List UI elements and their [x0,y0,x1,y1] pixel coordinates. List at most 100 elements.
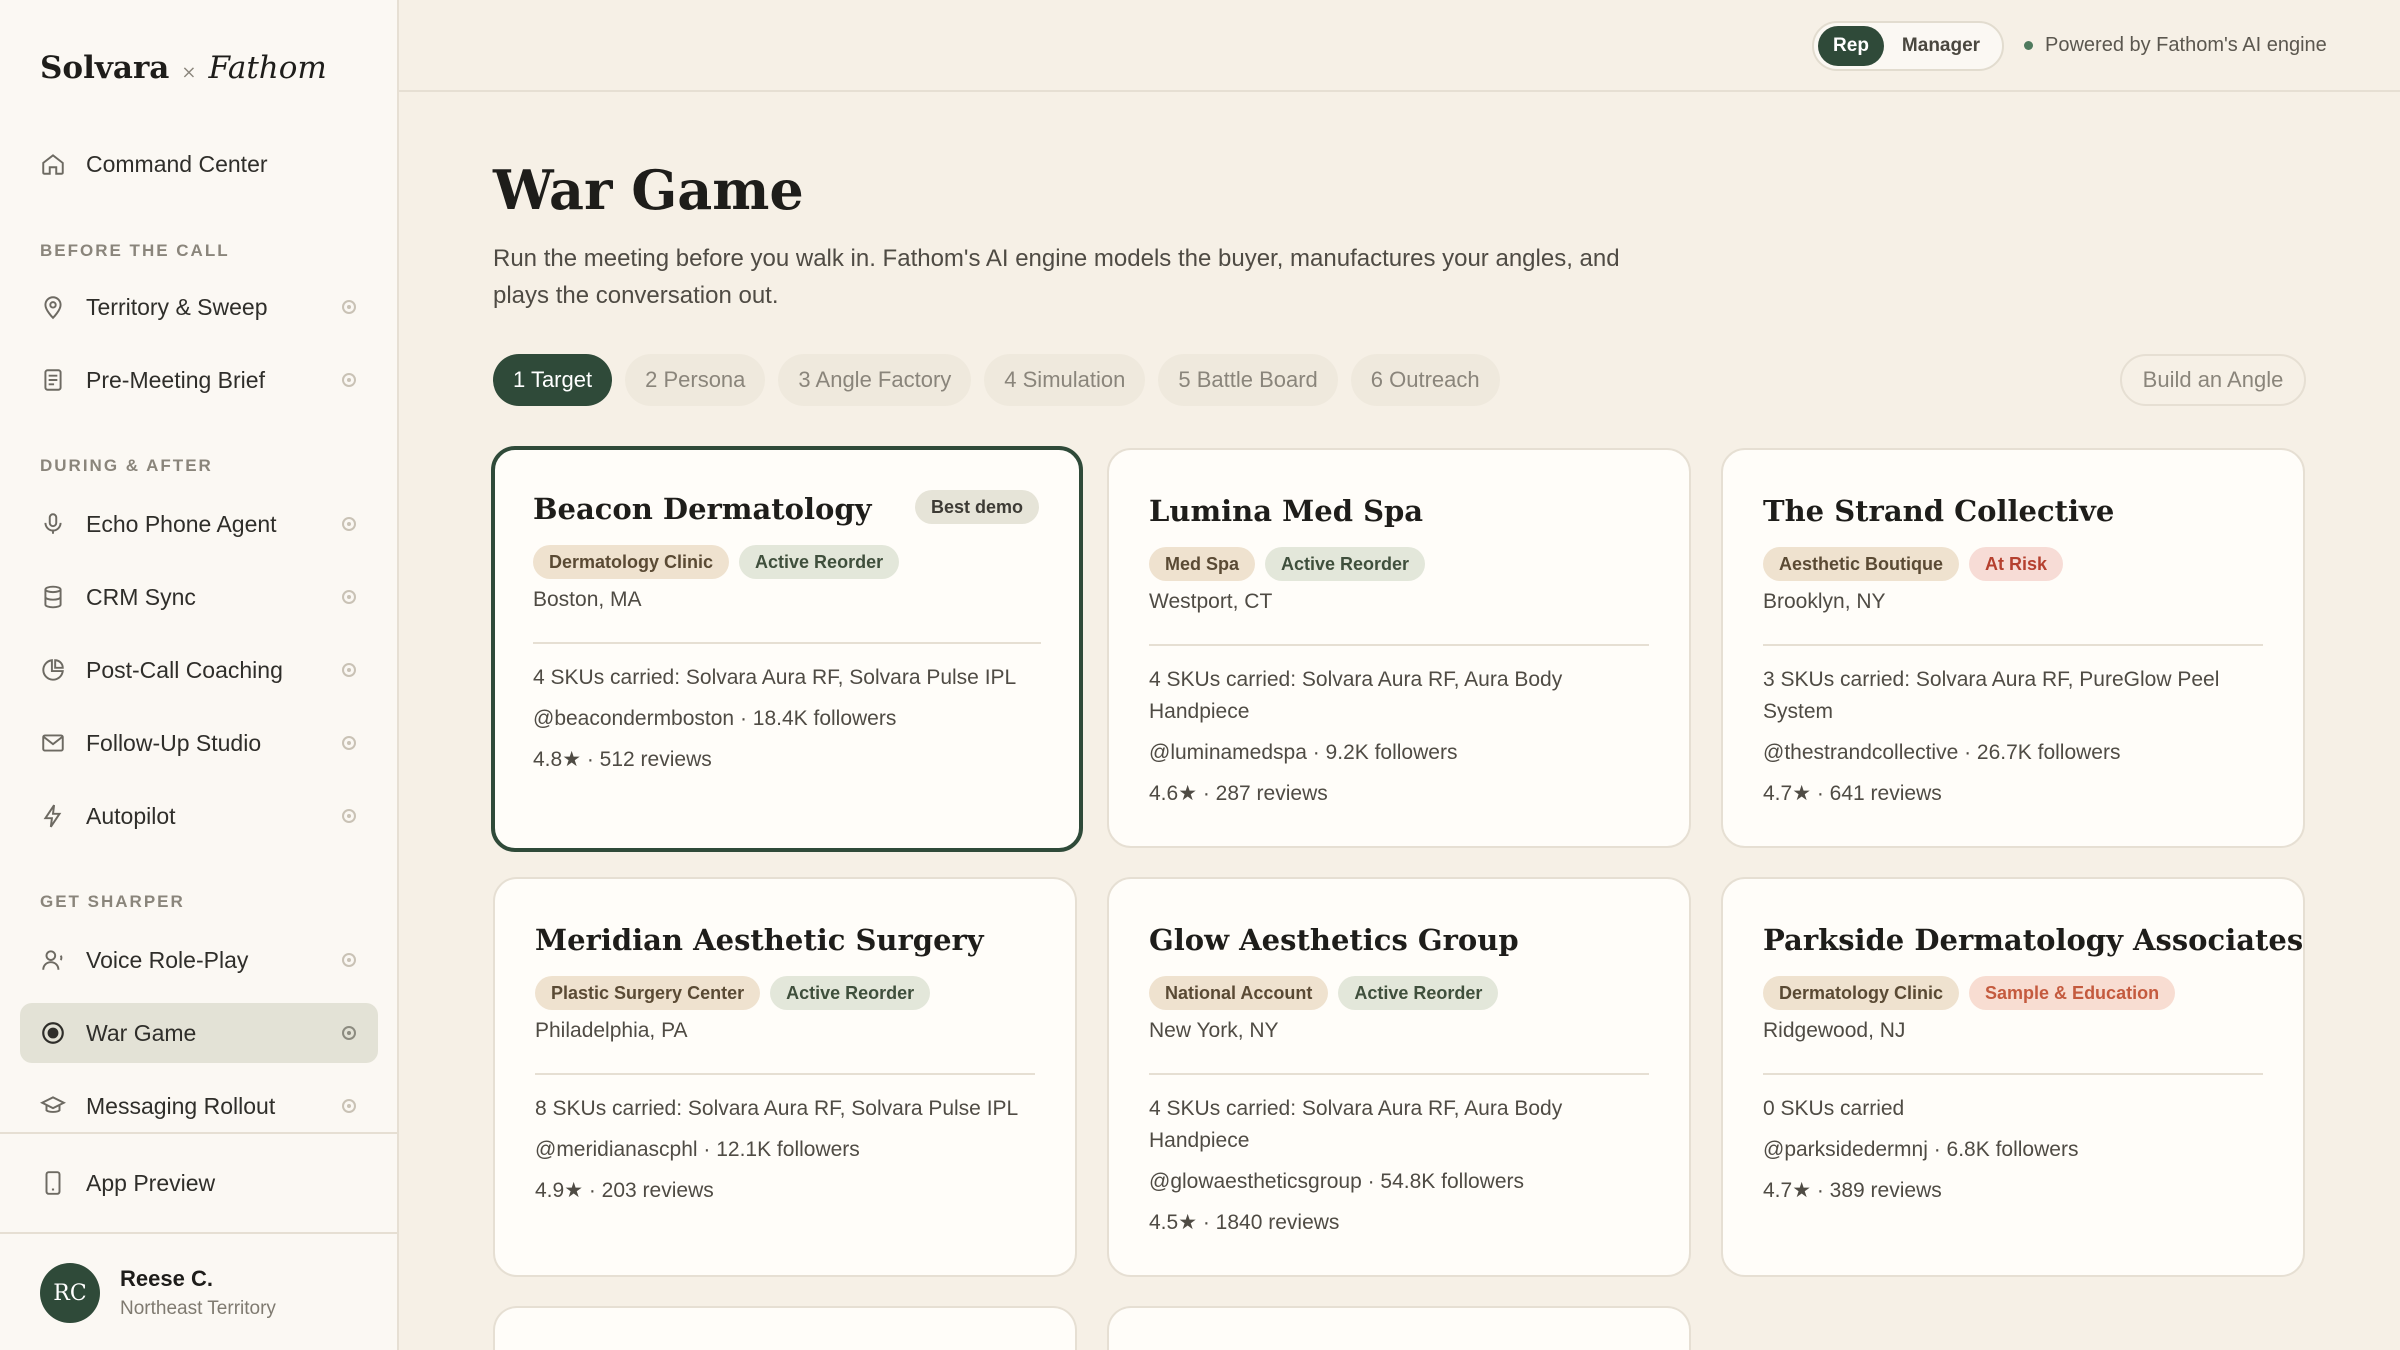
status-dot-icon [2024,41,2033,50]
tag-list: Med Spa Active Reorder [1149,547,1426,581]
sidebar-item-label: App Preview [86,1169,216,1196]
best-demo-badge: Best demo [914,490,1039,524]
tab-target[interactable]: 1 Target [493,354,613,406]
status-tag: Active Reorder [1338,976,1499,1010]
social-handle: @meridianascphl · 12.1K followers [535,1138,860,1161]
sidebar-item-label: Pre-Meeting Brief [86,366,265,393]
sidebar-item-label: Echo Phone Agent [86,510,277,537]
tag-list: Aesthetic Boutique At Risk [1763,547,2064,581]
account-type-tag: Dermatology Clinic [1763,976,1960,1010]
sidebar-item-label: Follow-Up Studio [86,729,262,756]
tab-angle-factory[interactable]: 3 Angle Factory [778,354,972,406]
skus-carried: 0 SKUs carried [1763,1097,1905,1120]
status-dot-icon [342,736,356,750]
sidebar-item-rollout[interactable]: Messaging Rollout [20,1076,378,1136]
account-details: 8 SKUs carried: Solvara Aura RF, Solvara… [535,1093,1039,1216]
database-icon [40,584,66,610]
sidebar-item-territory[interactable]: Territory & Sweep [20,277,378,337]
account-location: New York, NY [1149,1019,1279,1042]
sidebar-item-app-preview[interactable]: App Preview [20,1153,378,1213]
status-dot-icon [342,590,356,604]
sidebar-item-brief[interactable]: Pre-Meeting Brief [20,350,378,410]
mode-toggle[interactable]: Rep Manager [1812,21,2004,71]
map-pin-icon [40,294,66,320]
sidebar-item-followup[interactable]: Follow-Up Studio [20,713,378,773]
account-location: Ridgewood, NJ [1763,1019,1906,1042]
account-type-tag: Aesthetic Boutique [1763,547,1960,581]
account-details: 4 SKUs carried: Solvara Aura RF, Solvara… [533,662,1043,785]
target-card[interactable]: Parkside Dermatology Associates Dermatol… [1721,877,2305,1277]
microphone-icon [40,511,66,537]
account-name: Glow Aesthetics Group [1149,923,1519,957]
sidebar-item-crm[interactable]: CRM Sync [20,567,378,627]
page-subtitle: Run the meeting before you walk in. Fath… [493,245,1620,309]
lightning-icon [40,803,66,829]
sidebar-item-war-game[interactable]: War Game [20,1003,378,1063]
tab-simulation[interactable]: 4 Simulation [984,354,1146,406]
card-divider [533,642,1041,644]
account-details: 0 SKUs carried @parksidedermnj · 6.8K fo… [1763,1093,2267,1216]
status-dot-icon [342,517,356,531]
card-divider [1763,644,2263,646]
step-tabs: 1 Target 2 Persona 3 Angle Factory 4 Sim… [493,354,1500,406]
status-dot-icon [342,373,356,387]
account-location: Brooklyn, NY [1763,590,1886,613]
sidebar: Solvara × Fathom Command Center BEFORE T… [0,0,399,1350]
tab-battle-board[interactable]: 5 Battle Board [1158,354,1338,406]
account-type-tag: Dermatology Clinic [533,545,730,579]
mode-option-rep[interactable]: Rep [1818,26,1884,66]
account-location: Boston, MA [533,588,642,611]
sidebar-divider [0,1232,397,1234]
target-card[interactable]: Beacon Dermatology Best demo Dermatology… [491,446,1083,852]
target-card[interactable] [1107,1306,1691,1350]
social-handle: @beacondermboston · 18.4K followers [533,707,897,730]
mail-icon [40,730,66,756]
brand-name: Solvara [40,50,170,86]
account-details: 3 SKUs carried: Solvara Aura RF, PureGlo… [1763,664,2267,819]
rating: 4.7★ · 641 reviews [1763,782,1942,805]
target-card[interactable]: Lumina Med Spa Med Spa Active Reorder We… [1107,448,1691,848]
status-dot-icon [342,663,356,677]
account-name: The Strand Collective [1763,494,2115,528]
user-profile[interactable]: RC Reese C. Northeast Territory [40,1263,276,1323]
target-card[interactable] [493,1306,1077,1350]
account-location: Westport, CT [1149,590,1273,613]
sidebar-item-coaching[interactable]: Post-Call Coaching [20,640,378,700]
card-divider [1149,644,1649,646]
sidebar-item-label: Messaging Rollout [86,1092,276,1119]
account-name: Meridian Aesthetic Surgery [535,923,984,957]
skus-carried: 4 SKUs carried: Solvara Aura RF, Solvara… [533,666,1017,689]
card-divider [535,1073,1035,1075]
section-label-during-after: DURING & AFTER [40,456,213,475]
sidebar-item-label: Autopilot [86,802,176,829]
pie-chart-icon [40,657,66,683]
account-type-tag: Plastic Surgery Center [535,976,761,1010]
social-handle: @luminamedspa · 9.2K followers [1149,741,1458,764]
sidebar-item-echo[interactable]: Echo Phone Agent [20,494,378,554]
social-handle: @parksidedermnj · 6.8K followers [1763,1138,2079,1161]
status-tag: Active Reorder [1265,547,1426,581]
mode-option-manager[interactable]: Manager [1884,26,1998,66]
sidebar-item-autopilot[interactable]: Autopilot [20,786,378,846]
status-dot-icon [342,953,356,967]
target-card[interactable]: The Strand Collective Aesthetic Boutique… [1721,448,2305,848]
build-angle-button[interactable]: Build an Angle [2120,354,2306,406]
tag-list: Plastic Surgery Center Active Reorder [535,976,931,1010]
brand-logo[interactable]: Solvara × Fathom [40,50,327,86]
skus-carried: 4 SKUs carried: Solvara Aura RF, Aura Bo… [1149,1097,1563,1152]
tag-list: Dermatology Clinic Active Reorder [533,545,900,579]
account-name: Parkside Dermatology Associates [1763,923,2304,957]
status-tag: Sample & Education [1969,976,2176,1010]
user-name: Reese C. [120,1266,213,1291]
graduation-cap-icon [40,1093,66,1119]
target-card[interactable]: Glow Aesthetics Group National Account A… [1107,877,1691,1277]
target-card[interactable]: Meridian Aesthetic Surgery Plastic Surge… [493,877,1077,1277]
tab-persona[interactable]: 2 Persona [625,354,766,406]
tab-outreach[interactable]: 6 Outreach [1350,354,1500,406]
powered-by: Powered by Fathom's AI engine [2024,34,2327,57]
section-label-before-call: BEFORE THE CALL [40,241,230,260]
sidebar-item-roleplay[interactable]: Voice Role-Play [20,930,378,990]
account-name: Beacon Dermatology [533,492,872,526]
target-icon [40,1020,66,1046]
sidebar-item-command-center[interactable]: Command Center [20,134,378,194]
